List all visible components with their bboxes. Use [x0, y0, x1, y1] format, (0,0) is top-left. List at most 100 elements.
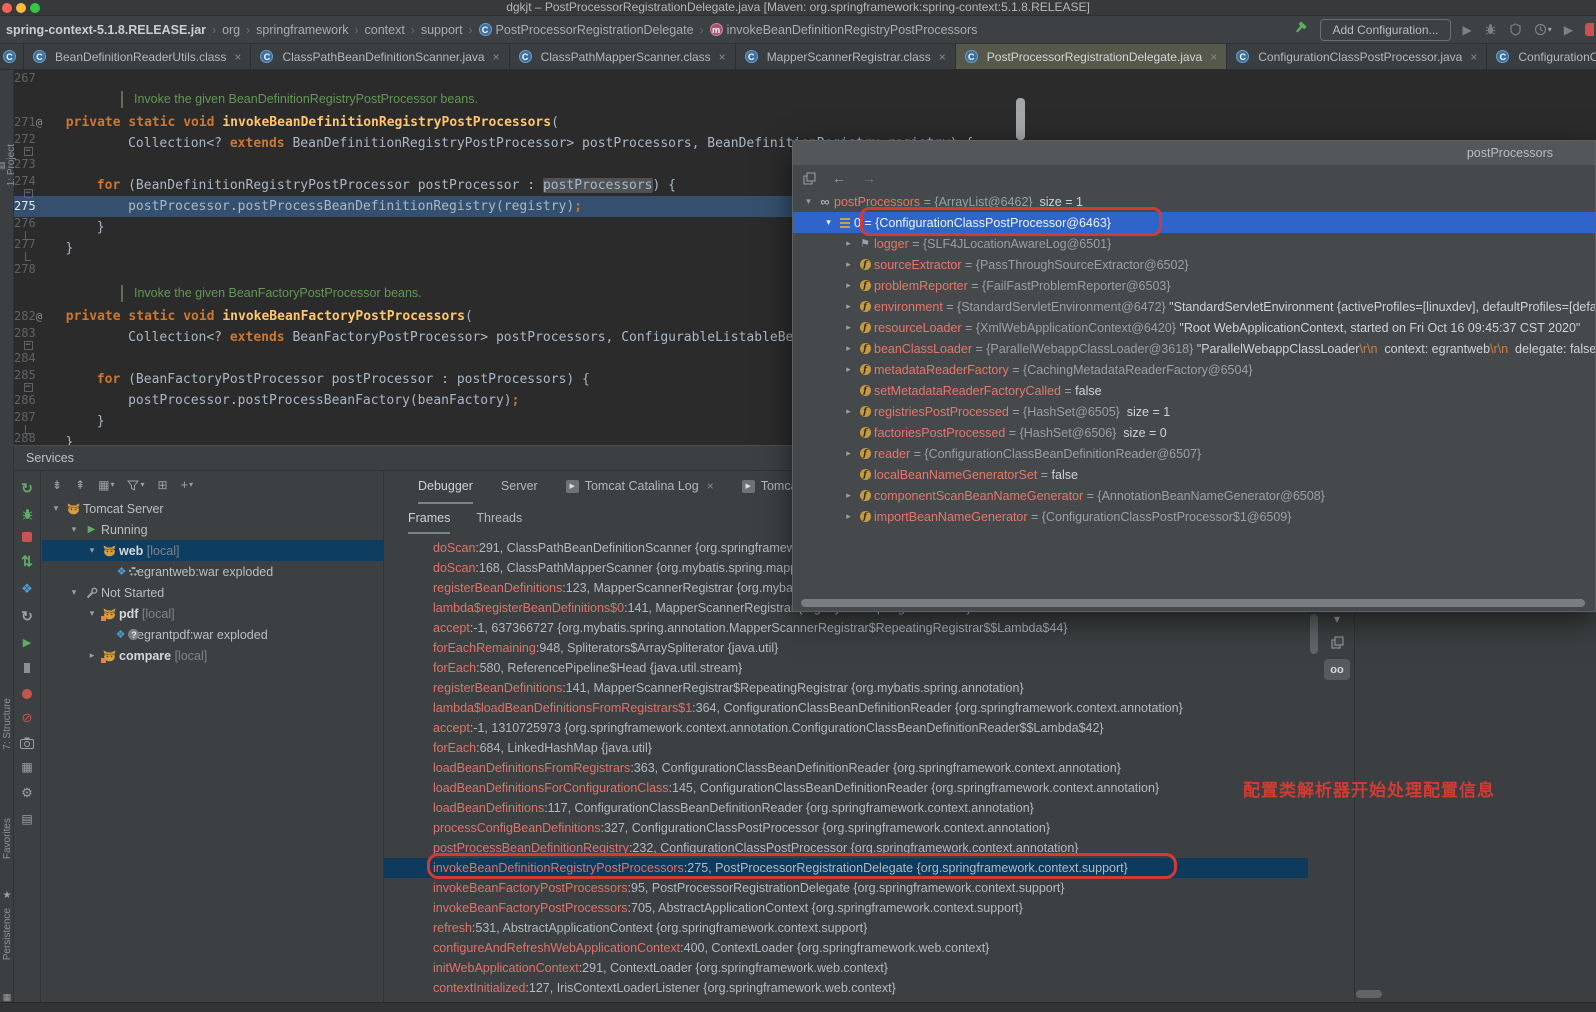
- star-icon[interactable]: ★: [3, 890, 12, 901]
- stack-frame-row[interactable]: forEachRemaining:948, Spliterators$Array…: [384, 638, 1308, 658]
- forward-icon[interactable]: →: [862, 170, 876, 186]
- editor-scrollbar-thumb[interactable]: [1016, 98, 1025, 140]
- tree-expander-icon[interactable]: ▸: [841, 322, 856, 333]
- line-number[interactable]: 274: [14, 174, 36, 188]
- stack-frame-row[interactable]: processConfigBeanDefinitions:327, Config…: [384, 818, 1308, 838]
- close-window-icon[interactable]: [2, 3, 12, 13]
- editor-gutter[interactable]: 283−: [14, 326, 42, 350]
- coverage-icon[interactable]: [1509, 23, 1522, 36]
- fold-marker[interactable]: −: [14, 341, 42, 350]
- play-icon[interactable]: ▶: [1463, 23, 1472, 37]
- editor-gutter[interactable]: 274−: [14, 174, 42, 198]
- editor-gutter[interactable]: 286: [14, 393, 42, 408]
- stripe-item-persistence[interactable]: Persistence: [0, 908, 14, 960]
- tree-expander-icon[interactable]: ▾: [48, 503, 64, 514]
- editor-tab[interactable]: CClassPathMapperScanner.class×: [510, 44, 736, 69]
- debugger-tab[interactable]: ▶Tomcat Catalina Log×: [566, 470, 714, 504]
- variable-row[interactable]: ▸fbeanClassLoader = {ParallelWebappClass…: [793, 338, 1595, 359]
- tree-expander-icon[interactable]: ▸: [841, 511, 856, 522]
- debug-icon[interactable]: [1484, 23, 1497, 36]
- tab-close-icon[interactable]: ×: [493, 50, 500, 64]
- tree-expander-icon[interactable]: ▾: [821, 217, 836, 228]
- services-tree-row[interactable]: ▾pdf [local]: [42, 603, 383, 624]
- build-icon[interactable]: [1292, 21, 1308, 36]
- fold-marker[interactable]: [14, 252, 42, 261]
- debugger-subtab[interactable]: Threads: [476, 504, 522, 534]
- line-number[interactable]: 283: [14, 326, 36, 340]
- breadcrumb-item[interactable]: CPostProcessorRegistrationDelegate›: [479, 23, 710, 37]
- tree-expander-icon[interactable]: ▾: [66, 524, 82, 535]
- tree-expander-icon[interactable]: ▾: [84, 545, 100, 556]
- tree-expander-icon[interactable]: ▸: [841, 280, 856, 291]
- back-icon[interactable]: ←: [832, 170, 846, 186]
- stripe-item[interactable]: ★: [0, 890, 14, 901]
- stack-frame-row[interactable]: accept:-1, 637366727 {org.mybatis.spring…: [384, 618, 1308, 638]
- tree-expander-icon[interactable]: ▾: [801, 196, 816, 207]
- stack-frame-row[interactable]: lambda$loadBeanDefinitionsFromRegistrars…: [384, 698, 1308, 718]
- editor-gutter[interactable]: 284: [14, 351, 42, 366]
- variable-row[interactable]: ffactoriesPostProcessed = {HashSet@6506}…: [793, 422, 1595, 443]
- stack-frame-row[interactable]: forEach:580, ReferencePipeline$Head {jav…: [384, 658, 1308, 678]
- stripe-item--project[interactable]: ▤1: Project: [0, 144, 14, 186]
- variable-row[interactable]: ▸fimportBeanNameGenerator = {Configurati…: [793, 506, 1595, 527]
- editor-gutter[interactable]: 288: [14, 431, 42, 446]
- filter-icon[interactable]: ▾: [127, 479, 144, 491]
- line-number[interactable]: 288: [14, 431, 36, 445]
- variable-row[interactable]: ▸fmetadataReaderFactory = {CachingMetada…: [793, 359, 1595, 380]
- editor-gutter[interactable]: 271@: [14, 115, 42, 130]
- profiler-icon[interactable]: ▾: [1534, 23, 1552, 36]
- minimize-window-icon[interactable]: [16, 3, 26, 13]
- variable-row[interactable]: fsetMetadataReaderFactoryCalled = false: [793, 380, 1595, 401]
- line-number[interactable]: 277: [14, 237, 36, 251]
- debugger-tab[interactable]: Server: [501, 470, 538, 504]
- services-tree-row[interactable]: ▾Not Started: [42, 582, 383, 603]
- line-number[interactable]: 276: [14, 216, 36, 230]
- stack-frame-row[interactable]: registerBeanDefinitions:141, MapperScann…: [384, 678, 1308, 698]
- variables-scrollbar-thumb[interactable]: [1356, 990, 1382, 998]
- editor-tab[interactable]: CClassPathBeanDefinitionScanner.java×: [251, 44, 509, 69]
- stack-frame-row[interactable]: loadBeanDefinitionsFromRegistrars:363, C…: [384, 758, 1308, 778]
- tree-expander-icon[interactable]: ▾: [84, 608, 100, 619]
- editor-gutter[interactable]: 285−: [14, 368, 42, 392]
- rerun-debug-icon[interactable]: [21, 508, 34, 521]
- pause-icon[interactable]: [24, 660, 30, 678]
- debugger-tab[interactable]: Debugger: [418, 470, 473, 504]
- mute-breakpoints-icon[interactable]: ⊘: [22, 710, 33, 726]
- breadcrumb-item[interactable]: minvokeBeanDefinitionRegistryPostProcess…: [710, 23, 978, 37]
- editor-tab[interactable]: CBeanDefinitionReaderUtils.class×: [24, 44, 251, 69]
- tab-close-icon[interactable]: ×: [234, 50, 241, 64]
- tab-close-icon[interactable]: ×: [719, 50, 726, 64]
- stack-frame-row[interactable]: invokeBeanFactoryPostProcessors:95, Post…: [384, 878, 1308, 898]
- variable-row[interactable]: ▸⚑logger = {SLF4JLocationAwareLog@6501}: [793, 233, 1595, 254]
- chevron-down-icon[interactable]: ▾: [1334, 612, 1340, 626]
- code-line[interactable]: 267: [14, 70, 1596, 86]
- tree-expander-icon[interactable]: ▸: [841, 343, 856, 354]
- services-tree-row[interactable]: ❖?egrantpdf:war exploded: [42, 624, 383, 645]
- popup-scrollbar-thumb[interactable]: [801, 599, 1585, 607]
- editor-tab[interactable]: CPostProcessorRegistrationDelegate.java×: [956, 44, 1227, 69]
- tree-expander-icon[interactable]: ▾: [66, 587, 82, 598]
- add-configuration-button[interactable]: Add Configuration...: [1320, 19, 1450, 41]
- stack-frame-row[interactable]: accept:-1, 1310725973 {org.springframewo…: [384, 718, 1308, 738]
- variable-row[interactable]: ▸fcomponentScanBeanNameGenerator = {Anno…: [793, 485, 1595, 506]
- stop-button[interactable]: [1585, 23, 1594, 36]
- watches-icon[interactable]: oo: [1324, 659, 1350, 680]
- variable-row[interactable]: flocalBeanNameGeneratorSet = false: [793, 464, 1595, 485]
- stack-frame-row[interactable]: configureAndRefreshWebApplicationContext…: [384, 938, 1308, 958]
- stop-icon[interactable]: [22, 532, 32, 542]
- code-line[interactable]: 271@ private static void invokeBeanDefin…: [14, 112, 1596, 133]
- line-number[interactable]: 284: [14, 351, 36, 365]
- breakpoint-icon[interactable]: [22, 689, 32, 699]
- editor-gutter[interactable]: 275: [14, 199, 42, 214]
- tab-close-icon[interactable]: ×: [1470, 50, 1477, 64]
- tree-expander-icon[interactable]: ▸: [841, 259, 856, 270]
- variable-row[interactable]: ▸fsourceExtractor = {PassThroughSourceEx…: [793, 254, 1595, 275]
- editor-gutter[interactable]: 273: [14, 157, 42, 172]
- tab-close-icon[interactable]: ×: [1210, 50, 1217, 64]
- fold-marker[interactable]: −: [14, 189, 42, 198]
- line-number[interactable]: 285: [14, 368, 36, 382]
- add-icon[interactable]: +▾: [181, 477, 194, 492]
- project-icon[interactable]: ▤: [0, 144, 6, 186]
- line-number[interactable]: 272: [14, 132, 36, 146]
- breadcrumb-item[interactable]: springframework›: [256, 23, 364, 37]
